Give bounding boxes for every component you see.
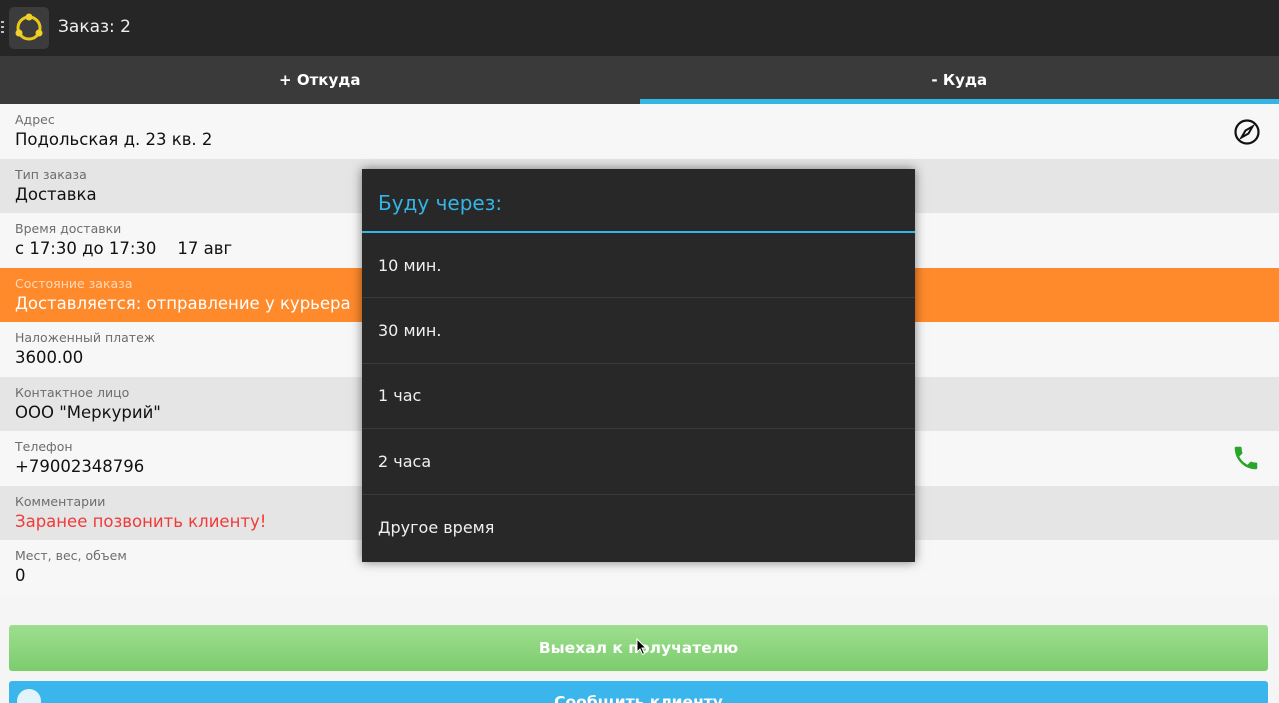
field-address[interactable]: Адрес Подольская д. 23 кв. 2 (0, 104, 1279, 159)
inform-client-button[interactable]: Сообщить клиенту (9, 681, 1268, 703)
dialog-option-2-hours[interactable]: 2 часа (362, 429, 915, 495)
mouse-cursor-icon (636, 637, 648, 660)
field-label: Адрес (15, 112, 55, 127)
action-bar: Заказ: 2 (0, 0, 1279, 56)
page-title: Заказ: 2 (58, 17, 131, 37)
dialog-option-30-min[interactable]: 30 мин. (362, 298, 915, 364)
field-value: 0 (15, 566, 26, 585)
app-logo-icon[interactable] (9, 7, 49, 49)
drawer-indicator-icon[interactable] (1, 21, 4, 35)
field-value: Подольская д. 23 кв. 2 (15, 130, 213, 149)
dialog-option-10-min[interactable]: 10 мин. (362, 233, 915, 299)
dialog-option-1-hour[interactable]: 1 час (362, 364, 915, 430)
dialog-option-other-time[interactable]: Другое время (362, 495, 915, 560)
tab-from[interactable]: + Откуда (0, 56, 640, 104)
inform-client-label: Сообщить клиенту (554, 693, 723, 703)
phone-icon[interactable] (1231, 443, 1261, 477)
arrival-time-dialog: Буду через: 10 мин. 30 мин. 1 час 2 часа… (362, 169, 915, 562)
tab-bar: + Откуда - Куда (0, 56, 1279, 104)
tab-to[interactable]: - Куда (639, 56, 1279, 104)
dialog-title: Буду через: (362, 169, 915, 233)
compass-icon[interactable] (1233, 118, 1261, 150)
message-icon (17, 689, 41, 703)
